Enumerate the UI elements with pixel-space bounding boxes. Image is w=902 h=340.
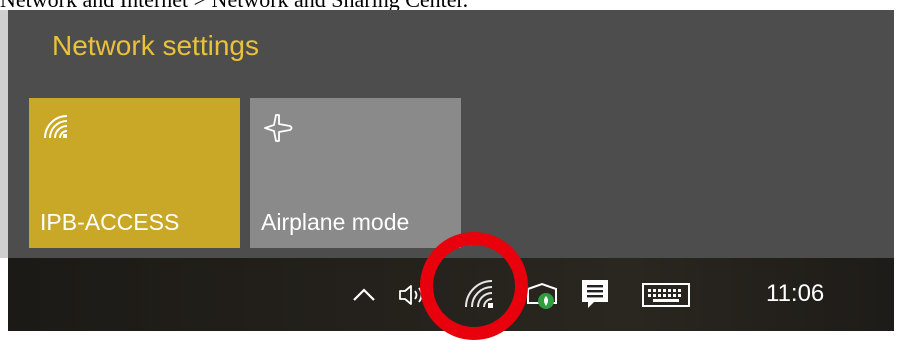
network-flyout: Network settings IPB-ACCESS Airplane mod… <box>8 10 894 258</box>
left-edge-strip <box>0 10 8 258</box>
onedrive-button[interactable] <box>522 276 562 314</box>
taskbar-clock[interactable]: 11:06 <box>766 276 824 312</box>
wifi-icon <box>44 115 68 139</box>
touch-keyboard-button[interactable] <box>638 278 694 312</box>
airplane-mode-tile[interactable]: Airplane mode <box>250 98 461 248</box>
action-center-icon <box>582 280 608 308</box>
instruction-caption: Network and Internet > Network and Shari… <box>0 0 468 11</box>
volume-button[interactable] <box>394 278 430 312</box>
action-center-button[interactable] <box>576 274 614 314</box>
volume-icon <box>399 285 423 305</box>
network-settings-link[interactable]: Network settings <box>52 30 259 62</box>
airplane-tile-label: Airplane mode <box>261 209 410 235</box>
airplane-icon <box>264 114 293 142</box>
taskbar: 11:06 <box>8 258 894 331</box>
wifi-tile-label: IPB-ACCESS <box>40 209 180 235</box>
chevron-up-icon <box>353 288 375 301</box>
onedrive-icon <box>527 282 557 309</box>
show-hidden-icons-button[interactable] <box>346 278 382 312</box>
touch-keyboard-icon <box>642 283 690 307</box>
network-button[interactable] <box>458 274 502 314</box>
wifi-tile[interactable]: IPB-ACCESS <box>29 98 240 248</box>
wifi-icon <box>465 280 493 308</box>
